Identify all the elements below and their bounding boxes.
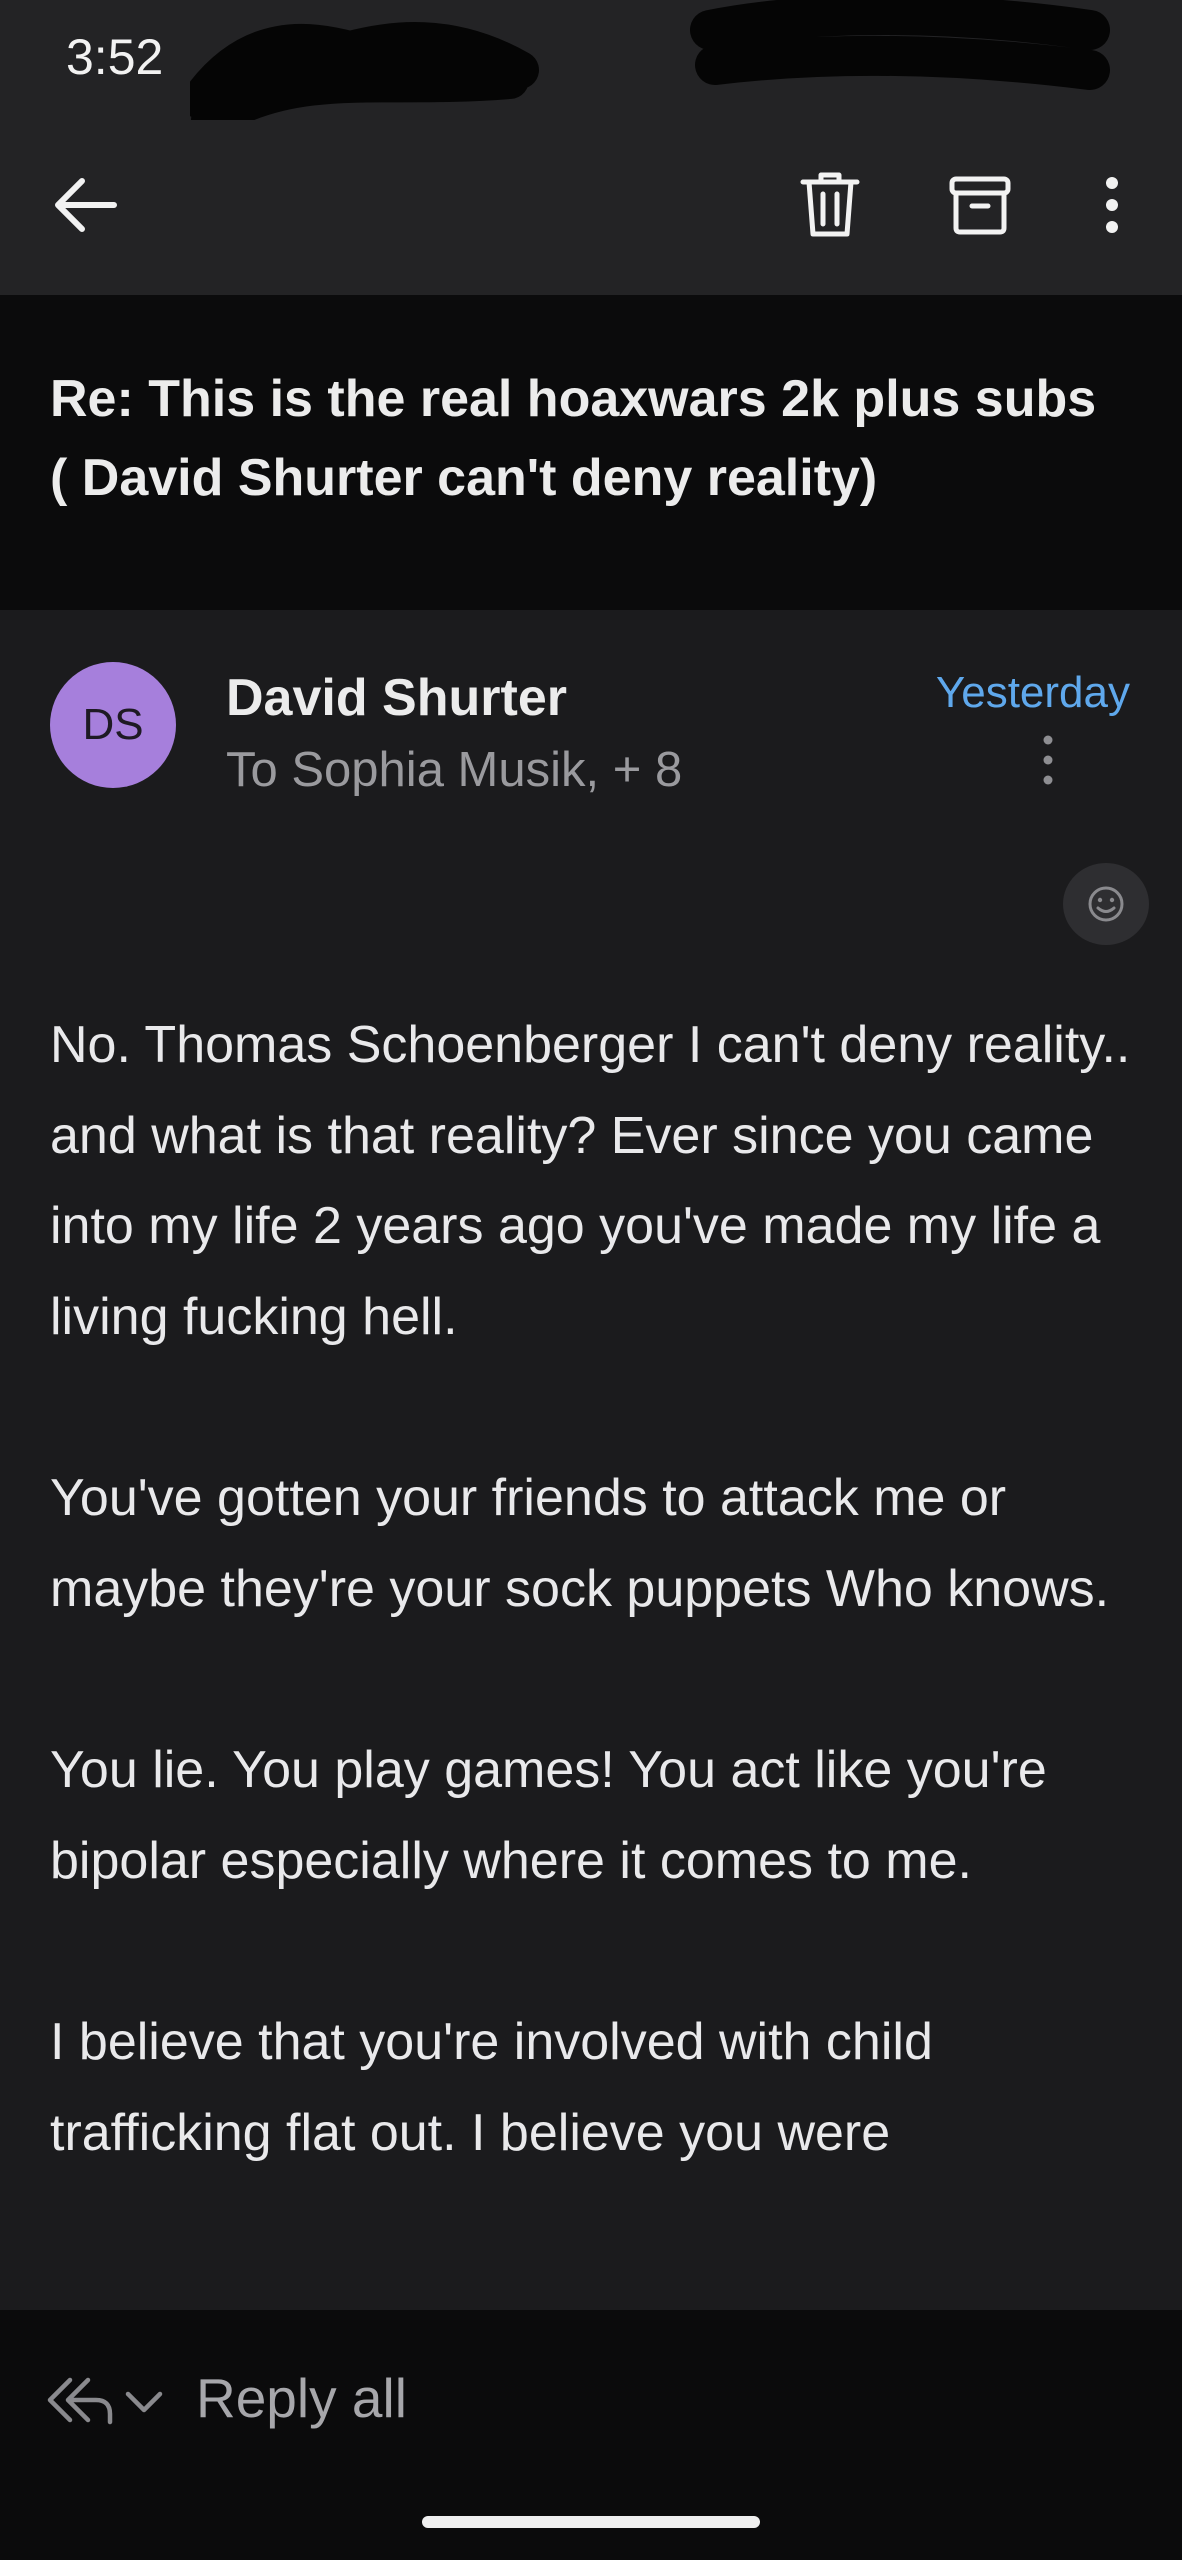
status-time: 3:52 <box>66 29 164 85</box>
email-date: Yesterday <box>935 668 1130 717</box>
reply-all-button[interactable] <box>44 2370 114 2430</box>
more-vertical-icon <box>1043 735 1053 785</box>
sender-name[interactable]: David Shurter <box>226 668 567 728</box>
email-body: No. Thomas Schoenberger I can't deny rea… <box>0 1000 1182 2310</box>
redaction-scribble <box>190 22 539 130</box>
redaction-scribble <box>690 0 1110 90</box>
archive-button[interactable] <box>940 165 1020 245</box>
trash-icon <box>800 172 860 237</box>
more-options-button[interactable] <box>1072 165 1152 245</box>
subject-header: Re: This is the real hoaxwars 2k plus su… <box>0 295 1182 610</box>
reply-options-button[interactable] <box>122 2380 166 2424</box>
home-indicator[interactable] <box>422 2516 760 2528</box>
chevron-down-icon <box>125 2391 163 2413</box>
body-paragraph: I believe that you're involved with chil… <box>50 2013 933 2162</box>
top-toolbar <box>0 120 1182 295</box>
body-paragraph: You lie. You play games! You act like yo… <box>50 1741 1047 1890</box>
reply-all-label[interactable]: Reply all <box>196 2366 407 2430</box>
arrow-left-icon <box>55 178 117 232</box>
smiley-icon <box>1088 886 1124 922</box>
body-paragraph: No. Thomas Schoenberger I can't deny rea… <box>50 1016 1131 1346</box>
more-vertical-icon <box>1106 177 1118 233</box>
reply-all-icon <box>47 2377 113 2425</box>
archive-icon <box>949 176 1011 235</box>
back-button[interactable] <box>46 165 126 245</box>
status-bar: 3:52 <box>0 0 1182 130</box>
recipients[interactable]: To Sophia Musik, + 8 <box>226 742 682 798</box>
message-more-button[interactable] <box>1028 730 1068 790</box>
email-subject: Re: This is the real hoaxwars 2k plus su… <box>50 370 1097 507</box>
delete-button[interactable] <box>790 165 870 245</box>
add-reaction-button[interactable] <box>1063 863 1149 945</box>
body-paragraph: You've gotten your friends to attack me … <box>50 1469 1110 1618</box>
avatar[interactable]: DS <box>50 662 176 788</box>
